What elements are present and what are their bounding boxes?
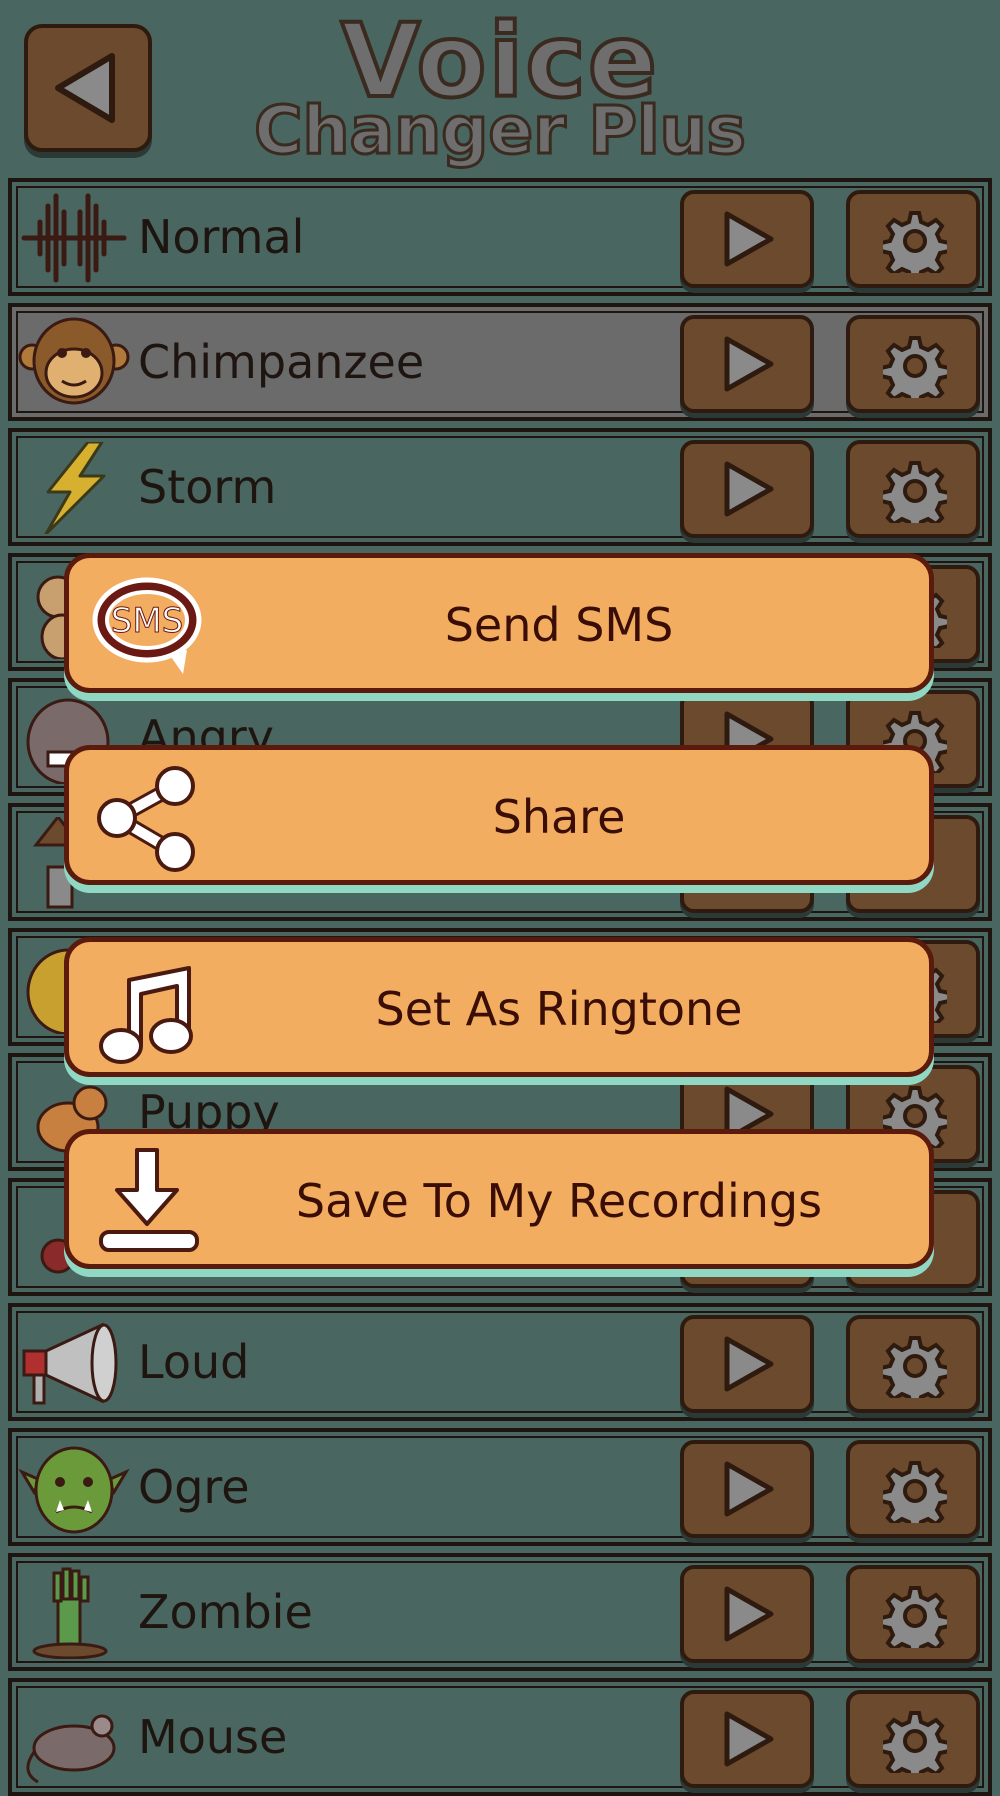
- megaphone-icon: [22, 1322, 118, 1405]
- voice-label: Ogre: [138, 1460, 250, 1514]
- set-ringtone-button[interactable]: Set As Ringtone: [64, 937, 934, 1077]
- play-icon: [724, 1586, 774, 1642]
- download-icon: [99, 1148, 199, 1252]
- voice-label: Loud: [138, 1335, 250, 1389]
- gear-icon: [883, 1586, 947, 1648]
- settings-button[interactable]: [846, 315, 980, 413]
- ogre-icon: [18, 1446, 130, 1534]
- app-subtitle: Changer Plus: [253, 91, 748, 171]
- send-sms-label: Send SMS: [444, 598, 674, 652]
- settings-button[interactable]: [846, 1690, 980, 1788]
- music-note-icon: [99, 966, 193, 1064]
- save-recordings-label: Save To My Recordings: [295, 1174, 823, 1228]
- play-icon: [724, 1461, 774, 1517]
- voice-label: Zombie: [138, 1585, 313, 1639]
- back-arrow-icon: [55, 53, 115, 123]
- back-button[interactable]: [24, 24, 152, 152]
- settings-button[interactable]: [846, 1565, 980, 1663]
- play-button[interactable]: [680, 190, 814, 288]
- voice-label: Storm: [138, 460, 277, 514]
- voice-label: Normal: [138, 210, 305, 264]
- voice-row-chimpanzee[interactable]: Chimpanzee: [8, 303, 992, 421]
- voice-row-ogre[interactable]: Ogre: [8, 1428, 992, 1546]
- header: Voice Changer Plus: [0, 0, 1000, 175]
- gear-icon: [883, 336, 947, 398]
- sms-icon: SMS: [92, 577, 202, 674]
- settings-button[interactable]: [846, 190, 980, 288]
- settings-button[interactable]: [846, 440, 980, 538]
- save-recordings-button[interactable]: Save To My Recordings: [64, 1129, 934, 1269]
- play-icon: [724, 336, 774, 392]
- voice-row-normal[interactable]: Normal: [8, 178, 992, 296]
- voice-row-zombie[interactable]: Zombie: [8, 1553, 992, 1671]
- settings-button[interactable]: [846, 1440, 980, 1538]
- play-button[interactable]: [680, 440, 814, 538]
- svg-text:SMS: SMS: [111, 601, 184, 641]
- voice-label: Mouse: [138, 1710, 288, 1764]
- play-button[interactable]: [680, 1690, 814, 1788]
- voice-row-mouse[interactable]: Mouse: [8, 1678, 992, 1796]
- settings-button[interactable]: [846, 1315, 980, 1413]
- play-button[interactable]: [680, 1440, 814, 1538]
- set-ringtone-label: Set As Ringtone: [375, 982, 743, 1036]
- voice-row-storm[interactable]: Storm: [8, 428, 992, 546]
- gear-icon: [883, 1461, 947, 1523]
- play-icon: [724, 1711, 774, 1767]
- gear-icon: [883, 1711, 947, 1773]
- lightning-icon: [44, 442, 106, 534]
- play-button[interactable]: [680, 315, 814, 413]
- gear-icon: [883, 211, 947, 273]
- soundwave-icon: [21, 193, 127, 283]
- gear-icon: [883, 1336, 947, 1398]
- play-icon: [724, 1336, 774, 1392]
- zombie-hand-icon: [32, 1567, 108, 1659]
- play-icon: [724, 211, 774, 267]
- share-button[interactable]: Share: [64, 745, 934, 885]
- mouse-icon: [26, 1714, 116, 1784]
- gear-icon: [883, 461, 947, 523]
- send-sms-button[interactable]: SMS Send SMS: [64, 553, 934, 693]
- play-button[interactable]: [680, 1315, 814, 1413]
- voice-row-loud[interactable]: Loud: [8, 1303, 992, 1421]
- play-button[interactable]: [680, 1565, 814, 1663]
- share-label: Share: [492, 790, 626, 844]
- share-icon: [97, 766, 195, 872]
- play-icon: [724, 461, 774, 517]
- voice-label: Chimpanzee: [138, 335, 425, 389]
- monkey-icon: [18, 317, 130, 405]
